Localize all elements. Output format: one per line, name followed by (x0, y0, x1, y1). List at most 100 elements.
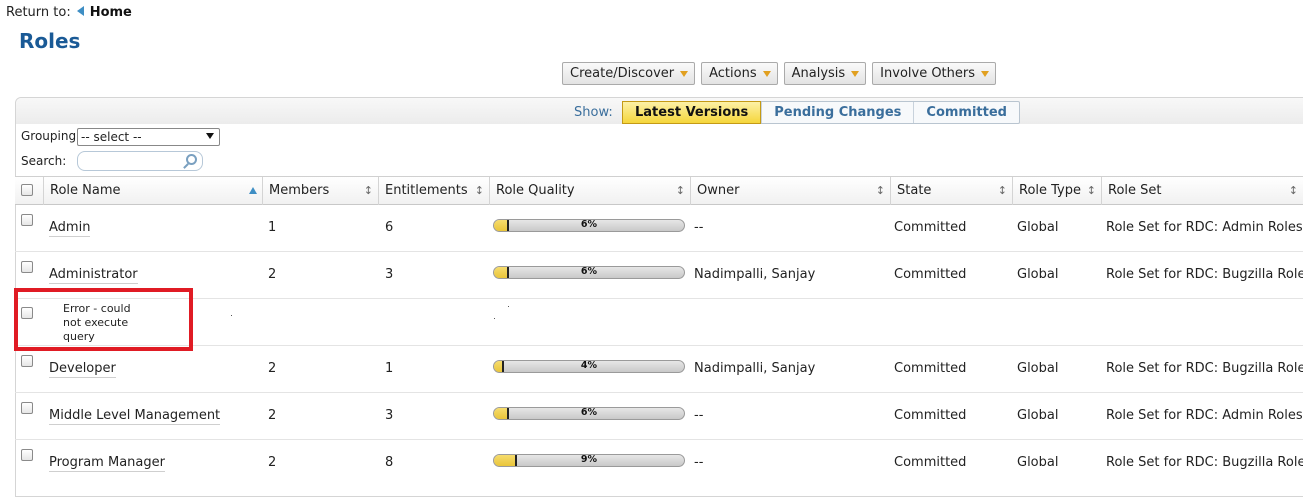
actions-button[interactable]: Actions (701, 62, 778, 85)
role-quality-bar: 4% (493, 360, 685, 373)
row-checkbox[interactable] (21, 402, 33, 414)
actions-label: Actions (709, 66, 757, 81)
create-discover-button[interactable]: Create/Discover (562, 62, 696, 85)
chevron-down-icon (206, 133, 214, 139)
role-quality-label: 6% (580, 266, 598, 277)
sort-icon: ↕ (1086, 184, 1096, 197)
role-set: Role Set for RDC: Admin Roles (1106, 220, 1303, 235)
members-count: 2 (268, 408, 277, 423)
role-quality-label: 4% (580, 360, 598, 371)
column-label: Role Type (1019, 183, 1082, 198)
entitlements-count: 3 (385, 408, 394, 423)
tab-committed[interactable]: Committed (913, 102, 1019, 123)
column-role-type[interactable]: Role Type ↕ (1012, 177, 1101, 205)
role-set: Role Set for RDC: Bugzilla Roles (1106, 455, 1303, 470)
show-label: Show: (574, 105, 613, 120)
column-role-quality[interactable]: Role Quality ↕ (489, 177, 690, 205)
entitlements-count: 3 (385, 267, 394, 282)
role-name-link[interactable]: Program Manager (49, 455, 165, 472)
role-set: Role Set for RDC: Bugzilla Roles (1106, 361, 1303, 376)
involve-others-label: Involve Others (880, 66, 976, 81)
column-role-set[interactable]: Role Set ↕ (1101, 177, 1303, 205)
role-name-link[interactable]: Developer (49, 361, 116, 378)
role-type: Global (1017, 267, 1059, 282)
column-members[interactable]: Members ↕ (262, 177, 378, 205)
row-checkbox[interactable] (21, 214, 33, 226)
return-bar: Return to: Home (6, 5, 132, 20)
owner: -- (694, 455, 704, 470)
entitlements-count: 1 (385, 361, 394, 376)
entitlements-count: 8 (385, 455, 394, 470)
owner: -- (694, 408, 704, 423)
grouping-value: -- select -- (81, 130, 142, 144)
dot-artifact (508, 306, 509, 307)
analysis-label: Analysis (791, 66, 846, 81)
column-entitlements[interactable]: Entitlements ↕ (378, 177, 489, 205)
role-type: Global (1017, 455, 1059, 470)
search-icon[interactable] (186, 154, 197, 165)
owner: Nadimpalli, Sanjay (694, 361, 816, 376)
members-count: 2 (268, 361, 277, 376)
column-label: Role Quality (496, 183, 575, 198)
select-all-column (15, 177, 43, 205)
page-title: Roles (19, 29, 81, 53)
role-quality-label: 9% (580, 454, 598, 465)
sort-icon: ↕ (997, 184, 1007, 197)
table-row: Middle Level Management 2 3 6% -- Commit… (15, 393, 1303, 440)
grouping-select[interactable]: -- select -- (77, 128, 220, 146)
role-name-link[interactable]: Admin (49, 220, 91, 237)
dropdown-caret-icon (680, 70, 689, 77)
involve-others-button[interactable]: Involve Others (872, 62, 997, 85)
tab-latest-versions[interactable]: Latest Versions (622, 101, 762, 124)
column-label: Role Name (50, 183, 121, 198)
role-name-link[interactable]: Middle Level Management (49, 408, 221, 425)
column-label: Entitlements (385, 183, 468, 198)
role-name-link[interactable]: Administrator (49, 267, 138, 284)
sort-icon: ↕ (675, 184, 685, 197)
tab-pending-changes[interactable]: Pending Changes (761, 102, 913, 123)
sort-icon: ↕ (875, 184, 885, 197)
table-row: Developer 2 1 4% Nadimpalli, Sanjay Comm… (15, 346, 1303, 393)
grouping-label: Grouping: (21, 129, 81, 143)
table-row: Administrator 2 3 6% Nadimpalli, Sanjay … (15, 252, 1303, 299)
state: Committed (894, 361, 967, 376)
owner: Nadimpalli, Sanjay (694, 267, 816, 282)
entitlements-count: 6 (385, 220, 394, 235)
role-quality-label: 6% (580, 219, 598, 230)
row-checkbox[interactable] (21, 449, 33, 461)
role-quality-label: 6% (580, 407, 598, 418)
state: Committed (894, 220, 967, 235)
members-count: 2 (268, 267, 277, 282)
members-count: 1 (268, 220, 277, 235)
column-label: Owner (697, 183, 740, 198)
state: Committed (894, 267, 967, 282)
search-input[interactable] (77, 151, 203, 171)
role-quality-bar: 9% (493, 454, 685, 467)
home-link[interactable]: Home (90, 5, 132, 20)
back-arrow-icon (76, 6, 84, 16)
dropdown-caret-icon (981, 70, 990, 77)
table-header: Role Name Members ↕ Entitlements ↕ Role Qu… (15, 176, 1303, 205)
search-label: Search: (21, 154, 67, 168)
table-row: Admin 1 6 6% -- Committed Global Role Se… (15, 205, 1303, 252)
column-label: Role Set (1108, 183, 1162, 198)
select-all-checkbox[interactable] (21, 184, 33, 196)
row-checkbox[interactable] (21, 261, 33, 273)
column-label: State (897, 183, 932, 198)
owner: -- (694, 220, 704, 235)
role-set: Role Set for RDC: Admin Roles (1106, 408, 1303, 423)
dot-artifact (494, 318, 495, 319)
sort-ascending-icon (249, 187, 257, 194)
return-label: Return to: (6, 5, 71, 20)
dot-artifact (231, 315, 232, 316)
version-filter: Latest Versions Pending Changes Committe… (622, 101, 1020, 124)
column-role-name[interactable]: Role Name (43, 177, 262, 205)
column-owner[interactable]: Owner ↕ (690, 177, 890, 205)
role-type: Global (1017, 408, 1059, 423)
column-state[interactable]: State ↕ (890, 177, 1012, 205)
state: Committed (894, 408, 967, 423)
row-checkbox[interactable] (21, 355, 33, 367)
role-quality-bar: 6% (493, 219, 685, 232)
dropdown-caret-icon (851, 70, 860, 77)
analysis-button[interactable]: Analysis (783, 62, 867, 85)
